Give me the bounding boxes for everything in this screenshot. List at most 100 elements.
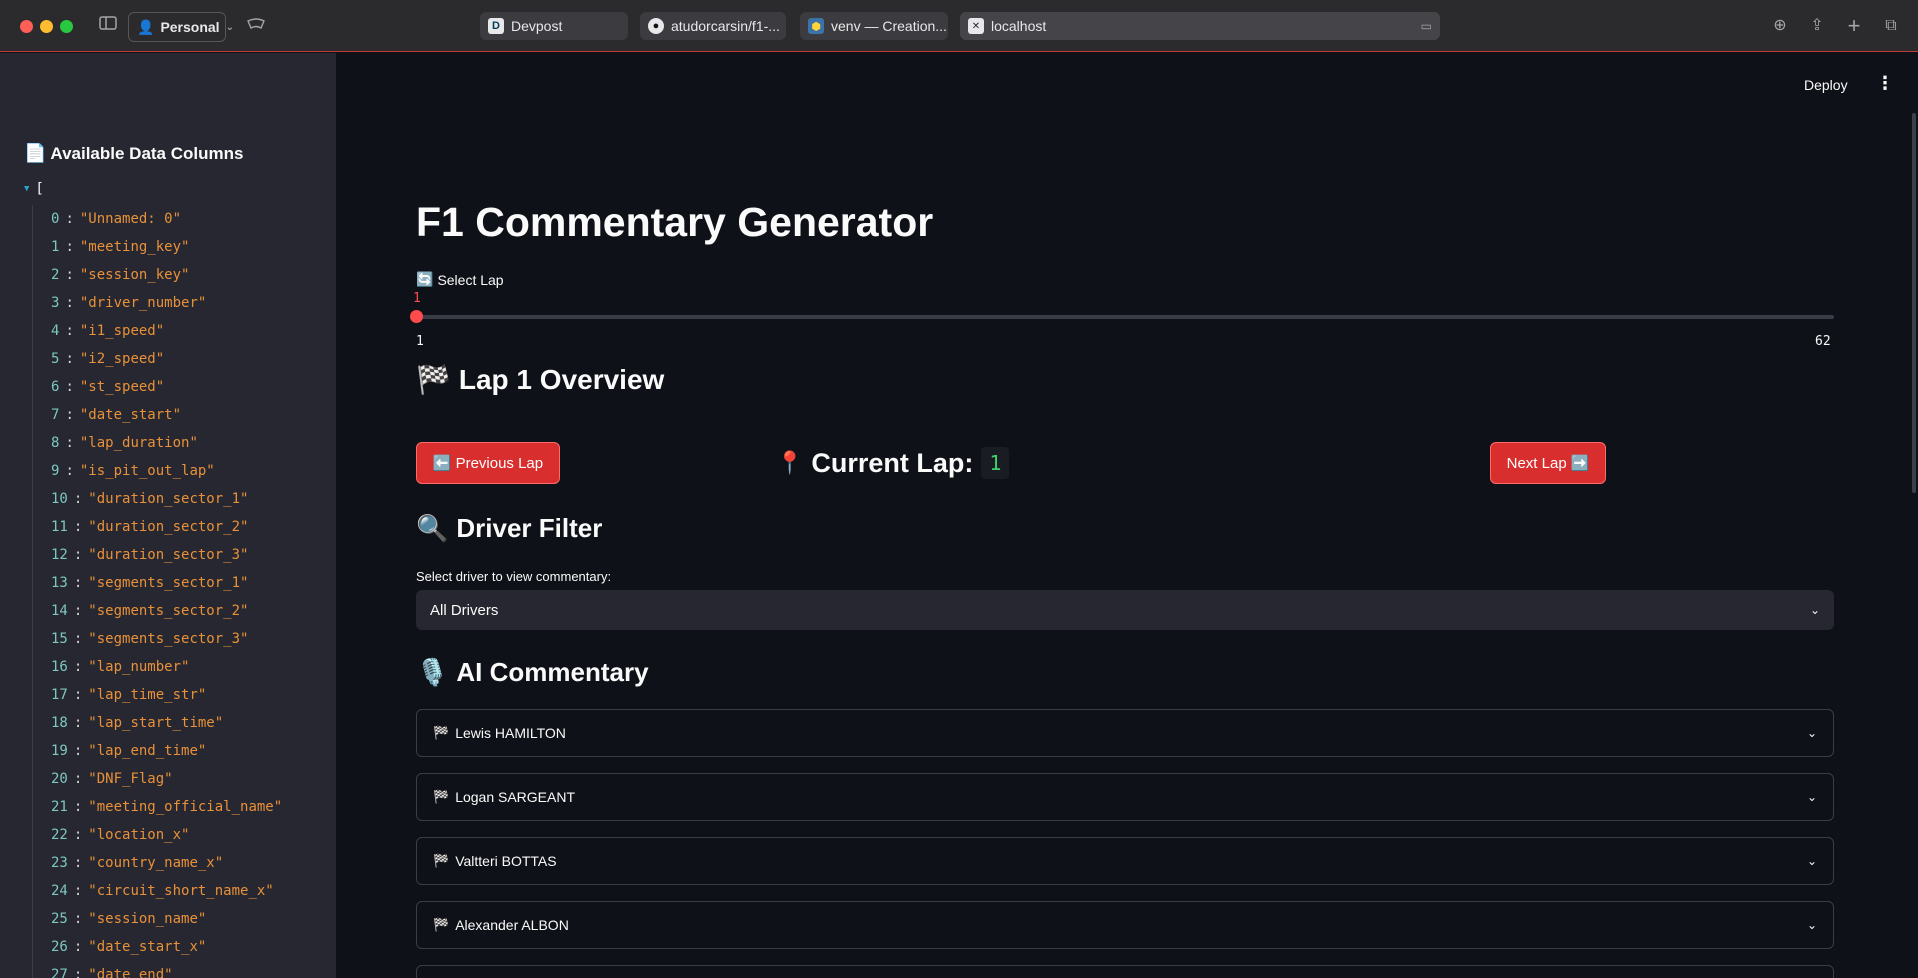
list-item: 15: "segments_sector_3" xyxy=(51,625,282,653)
close-window-button[interactable] xyxy=(20,20,33,33)
more-options-icon[interactable]: ⋮ xyxy=(1876,73,1894,94)
driver-filter-heading: 🔍 Driver Filter xyxy=(416,513,602,544)
column-name: "duration_sector_3" xyxy=(88,547,249,563)
column-name: "is_pit_out_lap" xyxy=(79,463,215,479)
previous-lap-button[interactable]: ⬅️ Previous Lap xyxy=(416,442,560,484)
list-item: 23: "country_name_x" xyxy=(51,849,282,877)
driver-name: Lewis HAMILTON xyxy=(455,725,566,741)
colon-separator: : xyxy=(73,743,83,759)
driver-select[interactable]: All Drivers ⌄ xyxy=(416,590,1834,630)
checkered-flag-icon: 🏁 xyxy=(433,725,450,740)
colon-separator: : xyxy=(65,379,74,395)
sidebar-toggle-icon[interactable] xyxy=(96,14,120,38)
slider-thumb[interactable] xyxy=(410,310,423,323)
arrow-right-icon: ➡️ xyxy=(1570,455,1590,472)
column-name: "segments_sector_1" xyxy=(88,575,249,591)
json-toggle[interactable]: ▼ [ xyxy=(24,181,44,197)
column-index: 13 xyxy=(51,575,68,591)
share-icon[interactable]: ⇪ xyxy=(1805,14,1829,38)
colon-separator: : xyxy=(65,267,74,283)
commentary-expander[interactable]: 🏁 Alexander ALBON ⌄ xyxy=(416,901,1834,949)
column-index: 19 xyxy=(51,743,68,759)
commentary-expander[interactable]: 🏁 Logan SARGEANT ⌄ xyxy=(416,773,1834,821)
sidebar-title-text: Available Data Columns xyxy=(50,143,244,163)
slider-label: 🔄 Select Lap xyxy=(416,271,504,288)
commentary-expander[interactable]: 🏁 Lewis HAMILTON ⌄ xyxy=(416,709,1834,757)
colon-separator: : xyxy=(73,967,83,978)
list-item: 17: "lap_time_str" xyxy=(51,681,282,709)
colon-separator: : xyxy=(65,435,74,451)
column-name: "country_name_x" xyxy=(88,855,224,871)
column-name: "session_key" xyxy=(79,267,190,283)
lap-slider[interactable] xyxy=(410,310,1834,323)
column-name: "i2_speed" xyxy=(79,351,165,367)
list-item: 8: "lap_duration" xyxy=(51,429,282,457)
shield-icon[interactable] xyxy=(244,14,268,38)
colon-separator: : xyxy=(73,659,83,675)
tab-github[interactable]: ● atudorcarsin/f1-... xyxy=(640,12,786,40)
column-index: 17 xyxy=(51,687,68,703)
column-index: 21 xyxy=(51,799,68,815)
tab-devpost[interactable]: D Devpost xyxy=(480,12,628,40)
column-index: 18 xyxy=(51,715,68,731)
download-icon[interactable]: ⊕ xyxy=(1768,14,1792,38)
colon-separator: : xyxy=(73,687,83,703)
column-name: "lap_start_time" xyxy=(88,715,224,731)
list-item: 3: "driver_number" xyxy=(51,289,282,317)
list-item: 4: "i1_speed" xyxy=(51,317,282,345)
refresh-icon: 🔄 xyxy=(416,271,434,287)
column-index: 6 xyxy=(51,379,60,395)
list-item: 21: "meeting_official_name" xyxy=(51,793,282,821)
sidebar-title: 📄 Available Data Columns xyxy=(24,143,243,164)
new-tab-icon[interactable]: + xyxy=(1842,14,1866,38)
chevron-down-icon: ⌄ xyxy=(225,21,234,33)
deploy-button[interactable]: Deploy xyxy=(1804,77,1848,93)
column-index: 16 xyxy=(51,659,68,675)
next-lap-button[interactable]: Next Lap ➡️ xyxy=(1490,442,1606,484)
person-icon: 👤 xyxy=(137,18,155,35)
column-name: "i1_speed" xyxy=(79,323,165,339)
main-content: Deploy ⋮ F1 Commentary Generator 🔄 Selec… xyxy=(336,53,1918,978)
tab-overview-icon[interactable]: ⧉ xyxy=(1879,14,1903,38)
column-name: "lap_number" xyxy=(88,659,190,675)
colon-separator: : xyxy=(65,463,74,479)
sidebar: 📄 Available Data Columns ▼ [ 0: "Unnamed:… xyxy=(0,53,336,978)
list-item: 22: "location_x" xyxy=(51,821,282,849)
checkered-flag-icon: 🏁 xyxy=(433,917,450,932)
list-item: 11: "duration_sector_2" xyxy=(51,513,282,541)
driver-filter-title: Driver Filter xyxy=(456,513,603,543)
list-item: 18: "lap_start_time" xyxy=(51,709,282,737)
column-index: 0 xyxy=(51,211,60,227)
profile-switcher[interactable]: 👤 Personal ⌄ xyxy=(128,12,234,42)
commentary-expander[interactable]: 🏁 Valtteri BOTTAS ⌄ xyxy=(416,837,1834,885)
minimize-window-button[interactable] xyxy=(40,20,53,33)
tab-label: localhost xyxy=(991,18,1047,34)
browser-toolbar: 👤 Personal ⌄ D Devpost ● atudorcarsin/f1… xyxy=(0,0,1918,52)
zoom-window-button[interactable] xyxy=(60,20,73,33)
list-item: 19: "lap_end_time" xyxy=(51,737,282,765)
scrollbar[interactable] xyxy=(1912,113,1916,493)
document-icon: 📄 xyxy=(24,143,47,163)
column-name: "meeting_key" xyxy=(79,239,190,255)
column-index: 7 xyxy=(51,407,60,423)
tab-label: venv — Creation... xyxy=(831,18,947,34)
commentary-expander[interactable] xyxy=(416,965,1834,978)
tab-venv[interactable]: ⬢ venv — Creation... xyxy=(800,12,948,40)
colon-separator: : xyxy=(73,883,83,899)
microphone-icon: 🎙️ xyxy=(416,657,449,687)
tab-localhost[interactable]: ✕ localhost ▭ xyxy=(960,12,1440,40)
chevron-down-icon: ⌄ xyxy=(1806,854,1817,868)
list-item: 0: "Unnamed: 0" xyxy=(51,205,282,233)
column-name: "circuit_short_name_x" xyxy=(88,883,274,899)
close-tab-icon[interactable]: ✕ xyxy=(968,18,984,34)
column-index: 8 xyxy=(51,435,60,451)
column-name: "lap_time_str" xyxy=(88,687,207,703)
magnifier-icon: 🔍 xyxy=(416,513,449,543)
column-list: 0: "Unnamed: 0" 1: "meeting_key" 2: "session_… xyxy=(32,205,282,978)
column-index: 15 xyxy=(51,631,68,647)
column-name: "date_end" xyxy=(88,967,173,978)
collapse-triangle-icon[interactable]: ▼ xyxy=(24,184,29,194)
tab-label: Devpost xyxy=(511,18,563,34)
reader-mode-icon[interactable]: ▭ xyxy=(1421,19,1432,33)
chevron-down-icon: ⌄ xyxy=(1806,726,1817,740)
